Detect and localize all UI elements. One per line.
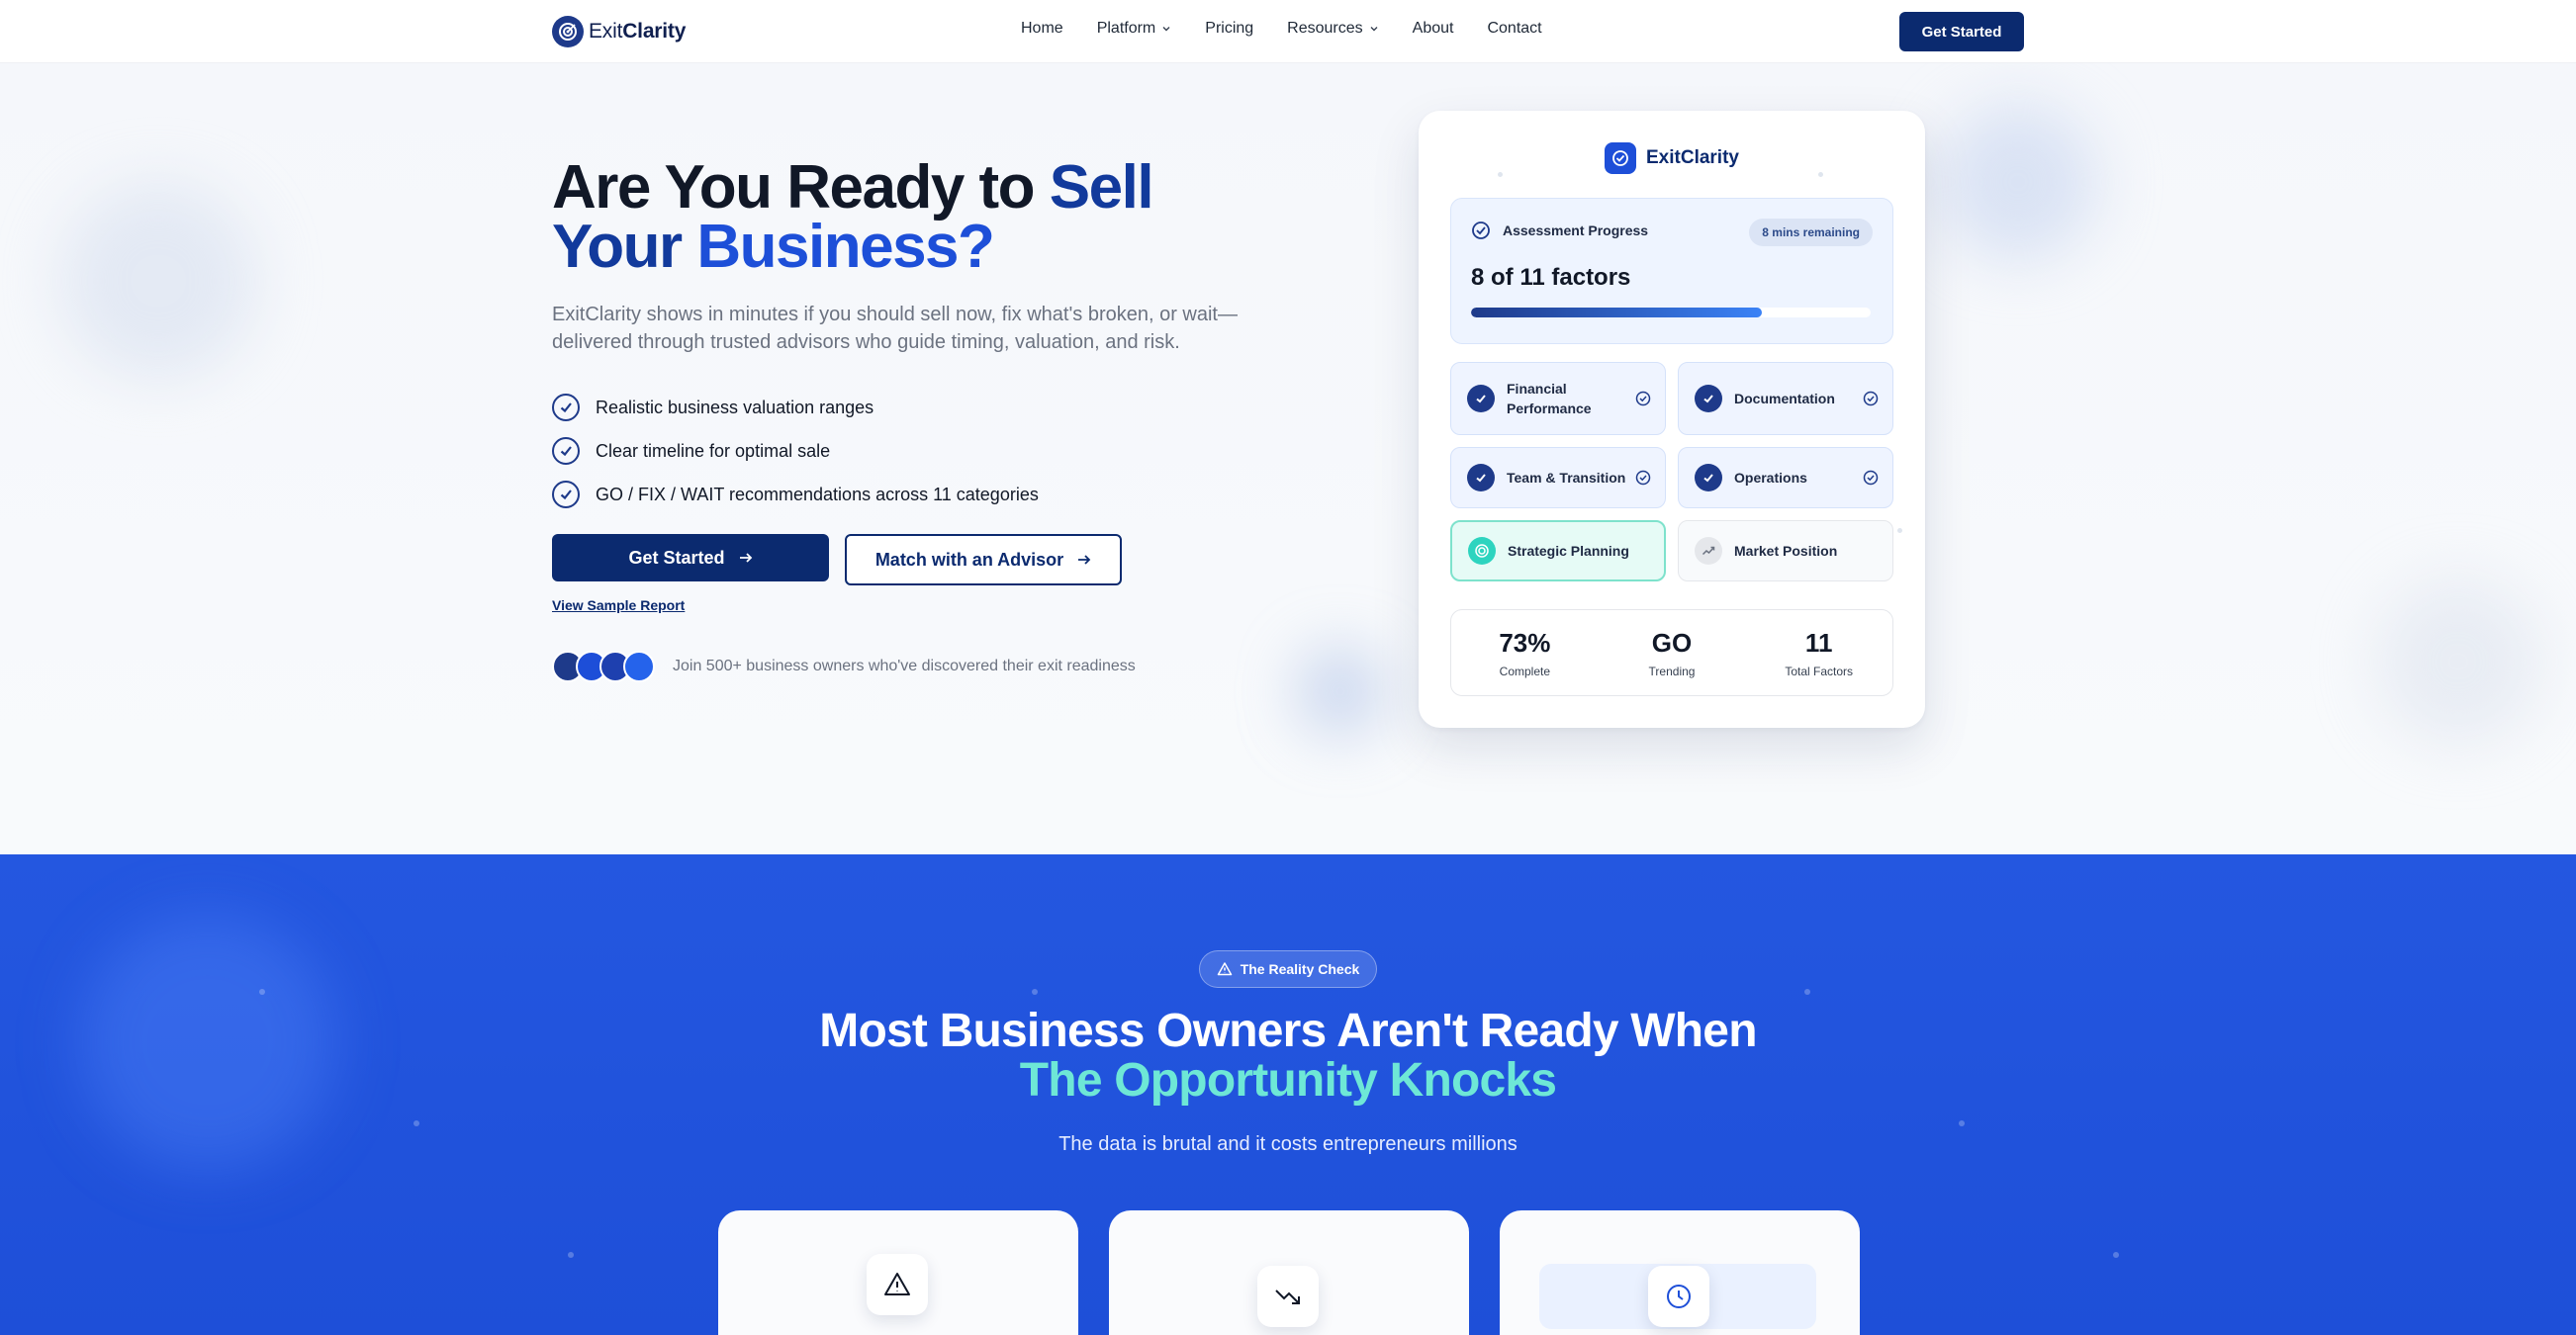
benefit-item: Clear timeline for optimal sale [552, 429, 1039, 473]
nav-about[interactable]: About [1413, 20, 1454, 38]
decor-dot [414, 1120, 419, 1126]
nav-get-started-button[interactable]: Get Started [1899, 12, 2024, 51]
target-icon [1468, 537, 1496, 565]
factor-grid: Financial Performance Documentation Team… [1450, 362, 1893, 581]
benefit-item: Realistic business valuation ranges [552, 386, 1039, 429]
check-circle-icon [1863, 470, 1879, 486]
social-proof: Join 500+ business owners who've discove… [552, 651, 1136, 682]
decor-dot [1032, 989, 1038, 995]
hero-subtitle: ExitClarity shows in minutes if you shou… [552, 304, 1238, 353]
decor-blob [1296, 647, 1385, 736]
stat-card [718, 1210, 1078, 1335]
decor-dot [1804, 989, 1810, 995]
chevron-down-icon [1162, 27, 1170, 32]
benefit-list: Realistic business valuation ranges Clea… [552, 386, 1039, 516]
check-circle-icon [552, 481, 580, 508]
check-circle-icon [1472, 222, 1490, 239]
check-icon [1467, 464, 1495, 491]
reality-check-badge: The Reality Check [1199, 950, 1377, 988]
check-circle-icon [1863, 391, 1879, 406]
factor-team-transition[interactable]: Team & Transition [1450, 447, 1666, 508]
nav-links: Home Platform Pricing Resources About Co… [1021, 20, 1542, 38]
check-circle-icon [1635, 391, 1651, 406]
match-advisor-button[interactable]: Match with an Advisor [845, 534, 1122, 585]
hero-title: Are You Ready to Sell Your Business? [552, 153, 1154, 281]
check-circle-icon [552, 394, 580, 421]
arrow-right-icon [1078, 555, 1091, 565]
time-remaining-badge: 8 mins remaining [1749, 219, 1873, 246]
social-proof-text: Join 500+ business owners who've discove… [673, 658, 1136, 674]
avatar-stack [552, 651, 655, 682]
decor-blob [1939, 103, 2097, 261]
progress-bar [1471, 308, 1871, 317]
top-nav: ExitClarity Home Platform Pricing Resour… [0, 0, 2576, 63]
assessment-card: ExitClarity Assessment Progress 8 mins r… [1419, 111, 1925, 728]
trending-up-icon [1695, 537, 1722, 565]
warning-icon [1217, 962, 1232, 976]
avatar [623, 651, 655, 682]
reality-check-section: The Reality Check Most Business Owners A… [0, 854, 2576, 1335]
factor-financial-performance[interactable]: Financial Performance [1450, 362, 1666, 435]
nav-pricing[interactable]: Pricing [1205, 20, 1253, 38]
assessment-progress: Assessment Progress 8 mins remaining 8 o… [1450, 198, 1893, 344]
factor-strategic-planning[interactable]: Strategic Planning [1450, 520, 1666, 581]
progress-label: Assessment Progress [1471, 221, 1648, 240]
stat-total-factors: 11 Total Factors [1785, 628, 1854, 678]
check-icon [1467, 385, 1495, 412]
stat-card [1109, 1210, 1469, 1335]
decor-dot [568, 1252, 574, 1258]
target-icon [1605, 142, 1636, 174]
decor-blob [59, 182, 257, 380]
progress-fill [1471, 308, 1762, 317]
logo[interactable]: ExitClarity [552, 16, 686, 47]
factor-operations[interactable]: Operations [1678, 447, 1893, 508]
clock-icon [1648, 1266, 1709, 1327]
stat-card [1500, 1210, 1860, 1335]
benefit-item: GO / FIX / WAIT recommendations across 1… [552, 473, 1039, 516]
card-header: ExitClarity [1419, 142, 1925, 174]
reality-subtitle: The data is brutal and it costs entrepre… [1058, 1133, 1518, 1155]
decor-dot [1959, 1120, 1965, 1126]
check-icon [1695, 385, 1722, 412]
nav-resources[interactable]: Resources [1287, 20, 1378, 38]
decor-dot [1897, 528, 1902, 533]
stat-complete: 73% Complete [1499, 628, 1551, 678]
factor-market-position[interactable]: Market Position [1678, 520, 1893, 581]
logo-text: ExitClarity [589, 20, 687, 43]
arrow-right-icon [739, 553, 752, 563]
get-started-button[interactable]: Get Started [552, 534, 829, 581]
trending-down-icon [1257, 1266, 1319, 1327]
check-circle-icon [1635, 470, 1651, 486]
view-sample-report-link[interactable]: View Sample Report [552, 597, 685, 613]
hero-section: Are You Ready to Sell Your Business? Exi… [0, 63, 2576, 854]
nav-contact[interactable]: Contact [1487, 20, 1541, 38]
factor-documentation[interactable]: Documentation [1678, 362, 1893, 435]
target-icon [552, 16, 584, 47]
decor-dot [2113, 1252, 2119, 1258]
warning-icon [867, 1254, 928, 1315]
stats-row: 73% Complete GO Trending 11 Total Factor… [1450, 609, 1893, 696]
reality-title: Most Business Owners Aren't Ready When T… [819, 1005, 1757, 1107]
decor-dot [259, 989, 265, 995]
nav-platform[interactable]: Platform [1097, 20, 1172, 38]
check-icon [1695, 464, 1722, 491]
decor-blob [2374, 578, 2542, 746]
card-brand: ExitClarity [1646, 147, 1739, 168]
check-circle-icon [552, 437, 580, 465]
stat-trending: GO Trending [1648, 628, 1696, 678]
chevron-down-icon [1370, 27, 1378, 32]
factor-count: 8 of 11 factors [1471, 264, 1631, 291]
nav-home[interactable]: Home [1021, 20, 1063, 38]
